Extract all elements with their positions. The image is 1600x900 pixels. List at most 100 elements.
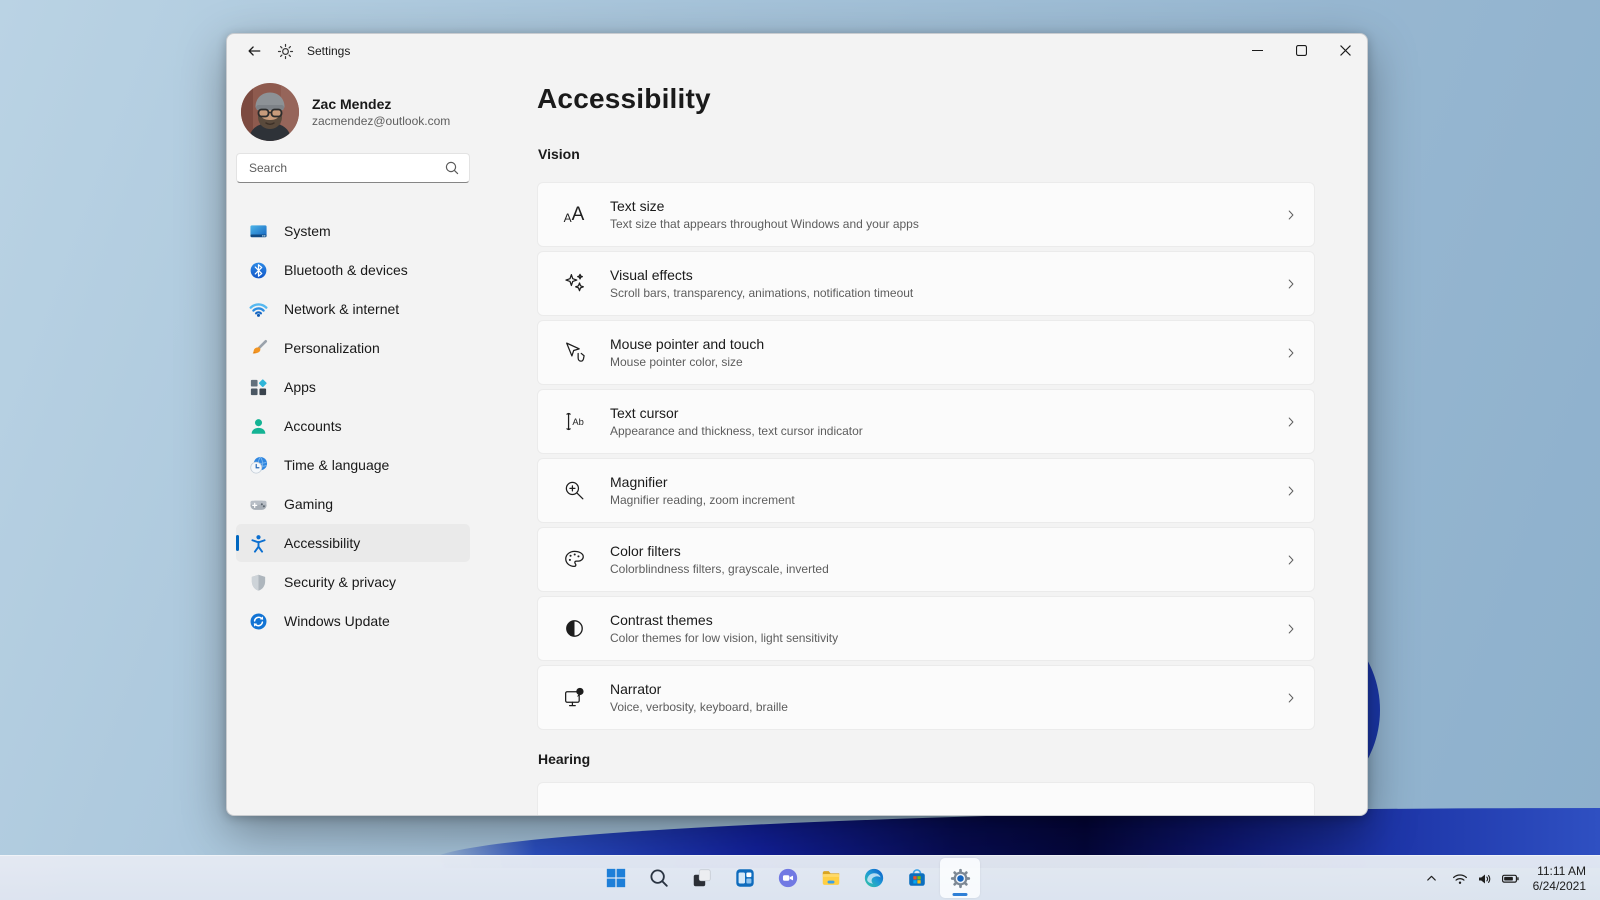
back-button[interactable]: [241, 39, 267, 63]
widgets-button[interactable]: [725, 858, 765, 898]
file-explorer-button[interactable]: [811, 858, 851, 898]
system-icon: [249, 222, 268, 241]
color-filters-icon: [538, 547, 610, 572]
card-text-size[interactable]: AA Text size Text size that appears thro…: [537, 182, 1315, 247]
chevron-right-icon: [1268, 414, 1314, 430]
text-cursor-icon: Ab: [538, 409, 610, 434]
sidebar-item-label: System: [284, 223, 331, 239]
sidebar-item-label: Network & internet: [284, 301, 400, 317]
microsoft-store-icon: [909, 869, 925, 886]
taskbar-center-icons: [596, 858, 980, 898]
sidebar-item-bluetooth-devices[interactable]: Bluetooth & devices: [236, 251, 470, 289]
card-title: Contrast themes: [610, 612, 713, 628]
sidebar-item-label: Bluetooth & devices: [284, 262, 408, 278]
close-button[interactable]: [1323, 34, 1367, 67]
sidebar-item-personalization[interactable]: Personalization: [236, 329, 470, 367]
system-tray: 11:11 AM 6/24/2021: [1419, 856, 1594, 900]
sidebar-item-accounts[interactable]: Accounts: [236, 407, 470, 445]
maximize-icon: [1295, 45, 1307, 56]
taskbar: 11:11 AM 6/24/2021: [0, 855, 1600, 900]
sidebar-item-network-internet[interactable]: Network & internet: [236, 290, 470, 328]
text-size-icon: AA: [563, 204, 585, 225]
sidebar-item-windows-update[interactable]: Windows Update: [236, 602, 470, 640]
card-contrast-themes[interactable]: Contrast themes Color themes for low vis…: [537, 596, 1315, 661]
maximize-button[interactable]: [1279, 34, 1323, 67]
file-explorer-icon: [822, 871, 840, 885]
hidden-icons-button[interactable]: [1419, 862, 1444, 896]
chevron-right-icon: [1268, 207, 1314, 223]
sidebar-item-apps[interactable]: Apps: [236, 368, 470, 406]
search-input[interactable]: [249, 154, 439, 182]
window-controls: [1235, 34, 1367, 67]
settings-taskbar-button[interactable]: [940, 858, 980, 898]
settings-window: Settings Zac Mendez zacmendez@outlook.co…: [226, 33, 1368, 816]
card-subtitle: Appearance and thickness, text cursor in…: [610, 424, 863, 438]
card-title: Magnifier: [610, 474, 668, 490]
edge-button[interactable]: [854, 858, 894, 898]
minimize-button[interactable]: [1235, 34, 1279, 67]
page-title: Accessibility: [537, 83, 711, 114]
apps-icon: [249, 378, 268, 397]
network-icon: [249, 300, 268, 319]
card-subtitle: Color themes for low vision, light sensi…: [610, 631, 839, 645]
vision-settings-list: AA Text size Text size that appears thro…: [537, 182, 1315, 734]
close-icon: [1339, 45, 1351, 56]
card-text-cursor[interactable]: Ab Text cursor Appearance and thickness,…: [537, 389, 1315, 454]
personalization-icon: [249, 339, 268, 358]
network-volume-battery-button[interactable]: [1444, 862, 1527, 896]
wifi-icon: [1452, 873, 1467, 884]
card-visual-effects[interactable]: Visual effects Scroll bars, transparency…: [537, 251, 1315, 316]
card-mouse-pointer-touch[interactable]: Mouse pointer and touch Mouse pointer co…: [537, 320, 1315, 385]
store-button[interactable]: [897, 858, 937, 898]
back-arrow-icon: [248, 46, 261, 56]
sidebar-item-gaming[interactable]: Gaming: [236, 485, 470, 523]
sidebar-item-system[interactable]: System: [236, 212, 470, 250]
sidebar-item-accessibility[interactable]: Accessibility: [236, 524, 470, 562]
widgets-icon: [736, 869, 754, 887]
card-title: Visual effects: [610, 267, 693, 283]
chevron-right-icon: [1268, 552, 1314, 568]
card-title: Mouse pointer and touch: [610, 336, 765, 352]
magnifier-icon: [538, 478, 610, 503]
accounts-icon: [249, 417, 268, 436]
minimize-icon: [1251, 49, 1263, 52]
card-title: Text cursor: [610, 405, 679, 421]
gaming-icon: [249, 495, 268, 514]
task-view-icon: [693, 869, 711, 887]
sidebar-item-security-privacy[interactable]: Security & privacy: [236, 563, 470, 601]
chevron-right-icon: [1268, 621, 1314, 637]
sidebar-item-label: Apps: [284, 379, 316, 395]
search-icon: [650, 869, 668, 887]
clock-button[interactable]: 11:11 AM 6/24/2021: [1527, 862, 1594, 896]
card-subtitle: Mouse pointer color, size: [610, 355, 743, 369]
card-subtitle: Scroll bars, transparency, animations, n…: [610, 286, 914, 300]
card-subtitle: Text size that appears throughout Window…: [610, 217, 919, 231]
sidebar-item-label: Personalization: [284, 340, 380, 356]
sidebar-item-label: Gaming: [284, 496, 334, 512]
card-subtitle: Voice, verbosity, keyboard, braille: [610, 700, 788, 714]
user-email: zacmendez@outlook.com: [312, 114, 451, 128]
card-color-filters[interactable]: Color filters Colorblindness filters, gr…: [537, 527, 1315, 592]
sidebar-item-time-language[interactable]: Time & language: [236, 446, 470, 484]
taskbar-search-button[interactable]: [639, 858, 679, 898]
task-view-button[interactable]: [682, 858, 722, 898]
search-icon[interactable]: [444, 160, 460, 181]
chevron-right-icon: [1268, 483, 1314, 499]
card-magnifier[interactable]: Magnifier Magnifier reading, zoom increm…: [537, 458, 1315, 523]
start-button[interactable]: [596, 858, 636, 898]
card-narrator[interactable]: Narrator Voice, verbosity, keyboard, bra…: [537, 665, 1315, 730]
tray-time: 11:11 AM: [1537, 863, 1586, 878]
search-box[interactable]: [236, 153, 470, 183]
chevron-right-icon: [1268, 345, 1314, 361]
card-title: Narrator: [610, 681, 662, 697]
windows-start-icon: [606, 868, 626, 888]
chat-button[interactable]: [768, 858, 808, 898]
hearing-first-card-partial[interactable]: [537, 782, 1315, 815]
user-name: Zac Mendez: [312, 96, 392, 112]
narrator-icon: [538, 685, 610, 710]
card-title: Text size: [610, 198, 665, 214]
section-heading-hearing: Hearing: [538, 751, 591, 767]
sidebar-item-label: Accounts: [284, 418, 342, 434]
tray-date: 6/24/2021: [1532, 878, 1586, 893]
avatar[interactable]: [241, 83, 299, 141]
